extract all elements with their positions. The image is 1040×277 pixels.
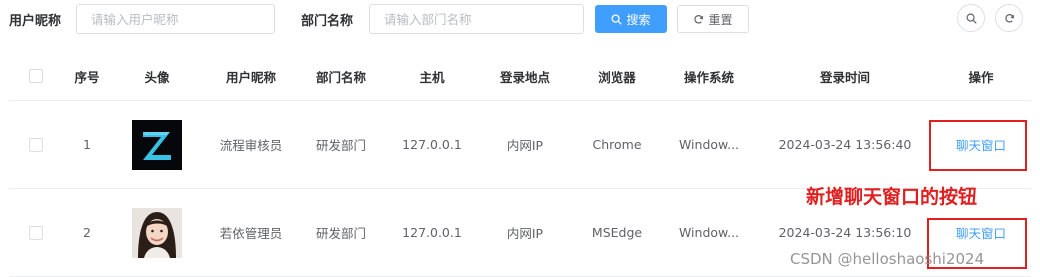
row-host: 127.0.0.1 — [402, 225, 462, 240]
header-login-time: 登录时间 — [819, 69, 870, 85]
reset-button-label: 重置 — [708, 12, 733, 27]
watermark: CSDN @helloshaoshi2024 — [790, 250, 985, 268]
refresh-icon — [1004, 13, 1014, 23]
toggle-search-button[interactable] — [957, 4, 985, 32]
select-all-checkbox[interactable] — [29, 69, 43, 83]
row-nickname: 流程审核员 — [219, 138, 283, 153]
row-browser: Chrome — [592, 137, 642, 152]
table-header: 序号 头像 用户昵称 部门名称 主机 登录地点 浏览器 操作系统 登录时间 操作 — [9, 52, 1031, 101]
highlight-box — [929, 120, 1027, 171]
table-row: 1 流程审核员 研发部门 127.0.0.1 内网IP Chrome Windo… — [9, 101, 1031, 189]
dept-input-wrapper[interactable] — [369, 4, 584, 34]
row-host: 127.0.0.1 — [402, 137, 462, 152]
row-os: Window... — [678, 137, 740, 152]
nickname-input-wrapper[interactable] — [76, 4, 275, 34]
header-action: 操作 — [968, 69, 994, 85]
row-location: 内网IP — [506, 138, 544, 153]
row-location: 内网IP — [506, 226, 544, 241]
refresh-icon — [694, 14, 704, 24]
header-browser: 浏览器 — [598, 69, 636, 85]
reset-button[interactable]: 重置 — [677, 5, 749, 33]
row-nickname: 若依管理员 — [219, 226, 283, 241]
avatar — [132, 119, 182, 170]
row-os: Window... — [678, 225, 740, 240]
row-checkbox[interactable] — [29, 137, 43, 152]
search-form: 用户昵称 部门名称 搜索 重置 — [0, 0, 1040, 40]
online-users-table: 序号 头像 用户昵称 部门名称 主机 登录地点 浏览器 操作系统 登录时间 操作… — [9, 52, 1031, 277]
annotation-text: 新增聊天窗口的按钮 — [806, 186, 978, 208]
refresh-table-button[interactable] — [995, 4, 1023, 32]
search-button-label: 搜索 — [626, 12, 651, 27]
row-select-cell — [9, 189, 63, 276]
row-select-cell — [9, 101, 63, 188]
search-button[interactable]: 搜索 — [595, 5, 667, 33]
search-icon — [966, 13, 976, 23]
row-index: 2 — [83, 225, 91, 240]
search-icon — [611, 13, 623, 25]
nickname-input[interactable] — [77, 5, 274, 33]
header-nickname: 用户昵称 — [225, 69, 276, 85]
avatar-cell — [111, 189, 203, 276]
header-location: 登录地点 — [499, 69, 550, 85]
row-checkbox[interactable] — [29, 225, 43, 240]
select-all-cell — [9, 52, 63, 100]
header-host: 主机 — [419, 69, 445, 85]
header-avatar: 头像 — [144, 69, 170, 85]
avatar-cell — [111, 101, 203, 188]
row-login-time: 2024-03-24 13:56:40 — [778, 137, 912, 152]
dept-label: 部门名称 — [301, 14, 354, 29]
header-index: 序号 — [74, 69, 100, 85]
header-dept: 部门名称 — [315, 69, 366, 85]
row-index: 1 — [83, 137, 91, 152]
row-dept: 研发部门 — [315, 226, 366, 241]
row-browser: MSEdge — [591, 225, 643, 240]
dept-input[interactable] — [370, 5, 583, 33]
row-dept: 研发部门 — [315, 138, 366, 153]
nickname-label: 用户昵称 — [9, 14, 62, 29]
avatar — [132, 207, 182, 258]
header-os: 操作系统 — [683, 69, 734, 85]
